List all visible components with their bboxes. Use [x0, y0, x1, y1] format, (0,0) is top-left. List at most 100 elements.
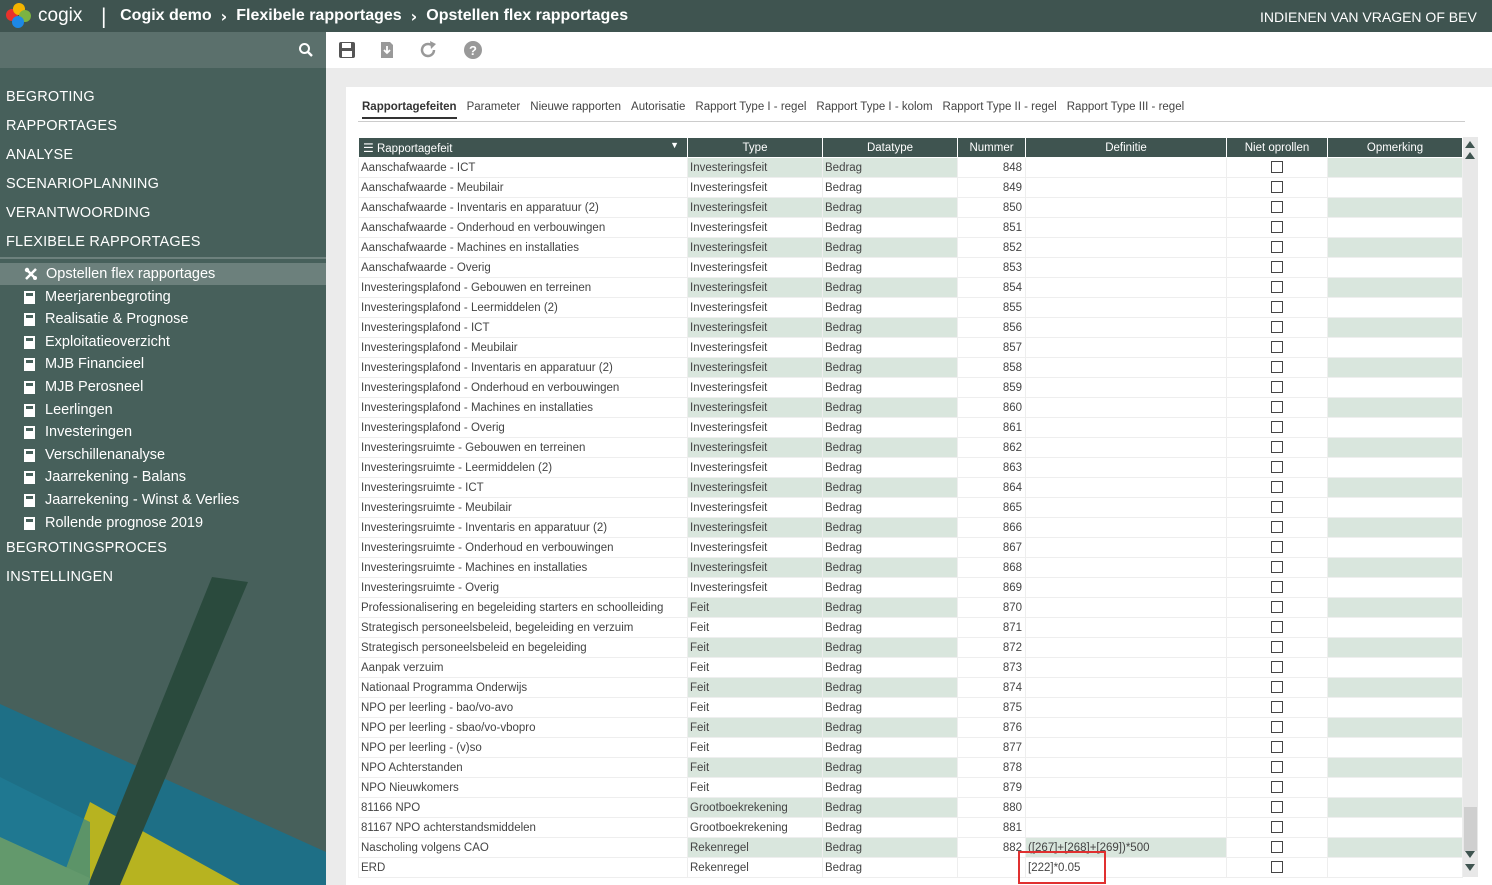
- cell-niet-oprollen[interactable]: [1226, 657, 1328, 678]
- sidebar-item-flexibele-rapportages[interactable]: FLEXIBELE RAPPORTAGES: [6, 234, 201, 250]
- cell-niet-oprollen[interactable]: [1226, 797, 1328, 818]
- cell-definitie[interactable]: [1025, 317, 1227, 338]
- table-row[interactable]: Investeringsplafond - ICT Investeringsfei…: [358, 317, 1463, 338]
- download-icon[interactable]: [377, 40, 397, 60]
- cell-type[interactable]: Feit: [687, 637, 823, 658]
- cell-rapportagefeit[interactable]: Investeringsplafond - Meubilair: [358, 337, 688, 358]
- cell-opmerking[interactable]: [1327, 697, 1463, 718]
- tab-nieuwe-rapporten[interactable]: Nieuwe rapporten: [530, 101, 621, 119]
- help-icon[interactable]: ?: [463, 40, 483, 60]
- cell-opmerking[interactable]: [1327, 317, 1463, 338]
- cell-definitie[interactable]: [1025, 157, 1227, 178]
- cell-type[interactable]: Investeringsfeit: [687, 397, 823, 418]
- niet-oprollen-checkbox[interactable]: [1271, 721, 1283, 734]
- table-row[interactable]: Professionalisering en begeleiding start…: [358, 597, 1463, 618]
- sidebar-item-mjb-perosneel[interactable]: MJB Perosneel: [0, 376, 326, 398]
- cell-niet-oprollen[interactable]: [1226, 517, 1328, 538]
- cell-nummer[interactable]: 860: [957, 397, 1026, 418]
- cell-type[interactable]: Investeringsfeit: [687, 457, 823, 478]
- sidebar-item-analyse[interactable]: ANALYSE: [6, 147, 73, 163]
- cell-definitie[interactable]: [1025, 757, 1227, 778]
- niet-oprollen-checkbox[interactable]: [1271, 741, 1283, 754]
- cell-rapportagefeit[interactable]: Investeringsruimte - ICT: [358, 477, 688, 498]
- cell-opmerking[interactable]: [1327, 337, 1463, 358]
- cell-opmerking[interactable]: [1327, 197, 1463, 218]
- cell-type[interactable]: Investeringsfeit: [687, 357, 823, 378]
- column-header-type[interactable]: Type: [687, 137, 823, 158]
- cell-datatype[interactable]: Bedrag: [822, 457, 958, 478]
- table-row[interactable]: Aanschafwaarde - Machines en installatie…: [358, 237, 1463, 258]
- table-row[interactable]: Investeringsruimte - ICT Investeringsfeit…: [358, 477, 1463, 498]
- cell-datatype[interactable]: Bedrag: [822, 297, 958, 318]
- scroll-thumb[interactable]: [1464, 807, 1477, 851]
- cell-definitie[interactable]: [1025, 337, 1227, 358]
- cell-nummer[interactable]: 854: [957, 277, 1026, 298]
- cell-nummer[interactable]: 868: [957, 557, 1026, 578]
- table-row[interactable]: Investeringsruimte - Machines en install…: [358, 557, 1463, 578]
- cell-niet-oprollen[interactable]: [1226, 777, 1328, 798]
- cell-type[interactable]: Investeringsfeit: [687, 537, 823, 558]
- cell-opmerking[interactable]: [1327, 857, 1463, 878]
- cell-definitie[interactable]: [1025, 717, 1227, 738]
- cell-niet-oprollen[interactable]: [1226, 537, 1328, 558]
- cell-nummer[interactable]: 863: [957, 457, 1026, 478]
- cell-datatype[interactable]: Bedrag: [822, 217, 958, 238]
- cell-datatype[interactable]: Bedrag: [822, 537, 958, 558]
- cell-opmerking[interactable]: [1327, 297, 1463, 318]
- cell-rapportagefeit[interactable]: Investeringsplafond - ICT: [358, 317, 688, 338]
- table-row[interactable]: Aanschafwaarde - Meubilair Investeringsfe…: [358, 177, 1463, 198]
- cell-rapportagefeit[interactable]: Investeringsruimte - Onderhoud en verbou…: [358, 537, 688, 558]
- cell-rapportagefeit[interactable]: Investeringsplafond - Gebouwen en terrei…: [358, 277, 688, 298]
- save-icon[interactable]: [337, 40, 357, 60]
- sidebar-item-verantwoording[interactable]: VERANTWOORDING: [6, 205, 151, 221]
- cell-nummer[interactable]: 877: [957, 737, 1026, 758]
- cell-opmerking[interactable]: [1327, 717, 1463, 738]
- cell-type[interactable]: Investeringsfeit: [687, 577, 823, 598]
- cell-opmerking[interactable]: [1327, 657, 1463, 678]
- cell-opmerking[interactable]: [1327, 437, 1463, 458]
- cell-definitie[interactable]: [1025, 597, 1227, 618]
- niet-oprollen-checkbox[interactable]: [1271, 601, 1283, 614]
- cell-datatype[interactable]: Bedrag: [822, 737, 958, 758]
- cell-type[interactable]: Investeringsfeit: [687, 317, 823, 338]
- cell-type[interactable]: Investeringsfeit: [687, 417, 823, 438]
- cell-datatype[interactable]: Bedrag: [822, 177, 958, 198]
- cell-type[interactable]: Feit: [687, 597, 823, 618]
- niet-oprollen-checkbox[interactable]: [1271, 341, 1283, 354]
- table-row[interactable]: NPO per leerling - sbao/vo-vbopro Feit Bed…: [358, 717, 1463, 738]
- cell-datatype[interactable]: Bedrag: [822, 377, 958, 398]
- cell-rapportagefeit[interactable]: Investeringsplafond - Machines en instal…: [358, 397, 688, 418]
- cell-opmerking[interactable]: [1327, 377, 1463, 398]
- cell-nummer[interactable]: 871: [957, 617, 1026, 638]
- cell-type[interactable]: Investeringsfeit: [687, 557, 823, 578]
- brand-name[interactable]: cogix: [38, 5, 82, 27]
- cell-rapportagefeit[interactable]: Aanschafwaarde - Overig: [358, 257, 688, 278]
- cell-type[interactable]: Investeringsfeit: [687, 477, 823, 498]
- cell-rapportagefeit[interactable]: Aanpak verzuim: [358, 657, 688, 678]
- niet-oprollen-checkbox[interactable]: [1271, 481, 1283, 494]
- cell-niet-oprollen[interactable]: [1226, 337, 1328, 358]
- cell-rapportagefeit[interactable]: Professionalisering en begeleiding start…: [358, 597, 688, 618]
- niet-oprollen-checkbox[interactable]: [1271, 321, 1283, 334]
- cell-datatype[interactable]: Bedrag: [822, 257, 958, 278]
- column-header-rapportagefeit[interactable]: ☰ Rapportagefeit ▼: [358, 137, 688, 158]
- table-row[interactable]: Investeringsruimte - Meubilair Investerin…: [358, 497, 1463, 518]
- cell-definitie[interactable]: [1025, 737, 1227, 758]
- scroll-down-icon[interactable]: [1465, 851, 1475, 858]
- cell-nummer[interactable]: 867: [957, 537, 1026, 558]
- niet-oprollen-checkbox[interactable]: [1271, 821, 1283, 834]
- cell-nummer[interactable]: 864: [957, 477, 1026, 498]
- cell-definitie[interactable]: [1025, 257, 1227, 278]
- cell-type[interactable]: Investeringsfeit: [687, 257, 823, 278]
- cell-niet-oprollen[interactable]: [1226, 457, 1328, 478]
- cell-definitie[interactable]: [1025, 577, 1227, 598]
- niet-oprollen-checkbox[interactable]: [1271, 681, 1283, 694]
- cell-type[interactable]: Investeringsfeit: [687, 497, 823, 518]
- niet-oprollen-checkbox[interactable]: [1271, 381, 1283, 394]
- cell-definitie[interactable]: [1025, 777, 1227, 798]
- cell-definitie[interactable]: [1025, 397, 1227, 418]
- cell-nummer[interactable]: 880: [957, 797, 1026, 818]
- cell-nummer[interactable]: 858: [957, 357, 1026, 378]
- cell-niet-oprollen[interactable]: [1226, 217, 1328, 238]
- cell-type[interactable]: Feit: [687, 757, 823, 778]
